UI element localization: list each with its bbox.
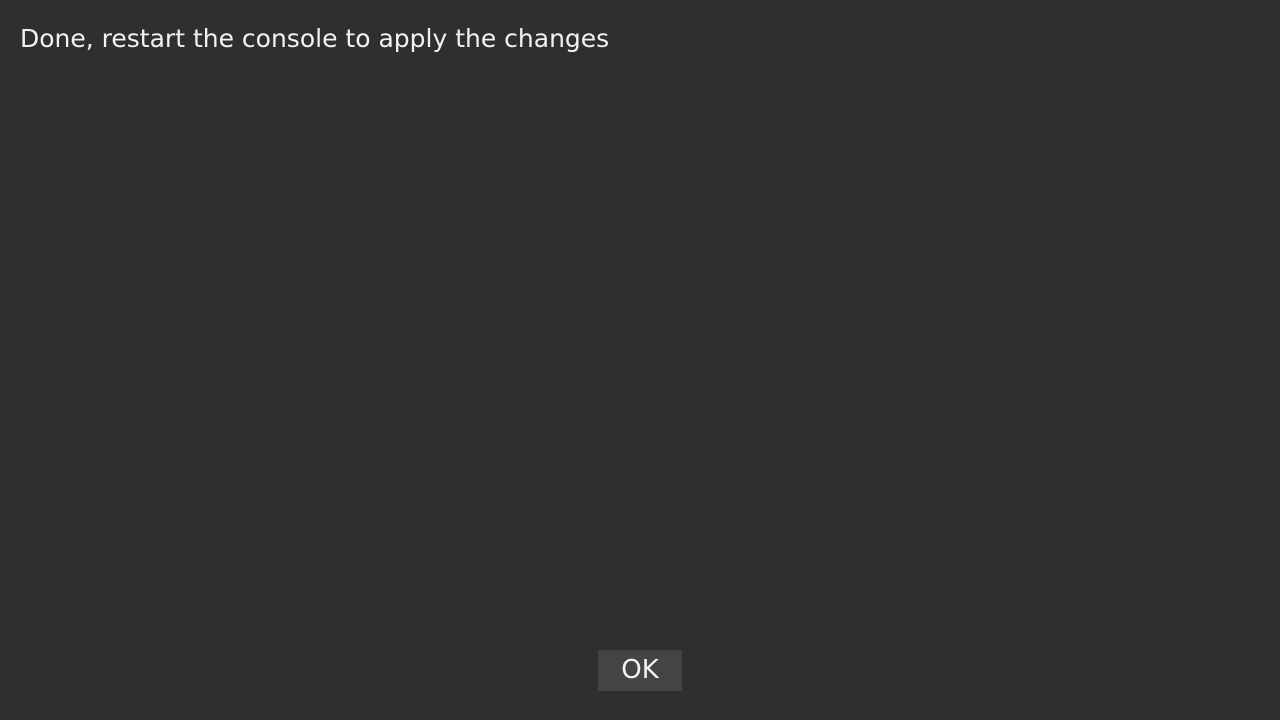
ok-button[interactable]: OK <box>598 650 682 691</box>
status-message: Done, restart the console to apply the c… <box>20 24 610 53</box>
confirmation-screen: Done, restart the console to apply the c… <box>0 0 1280 720</box>
